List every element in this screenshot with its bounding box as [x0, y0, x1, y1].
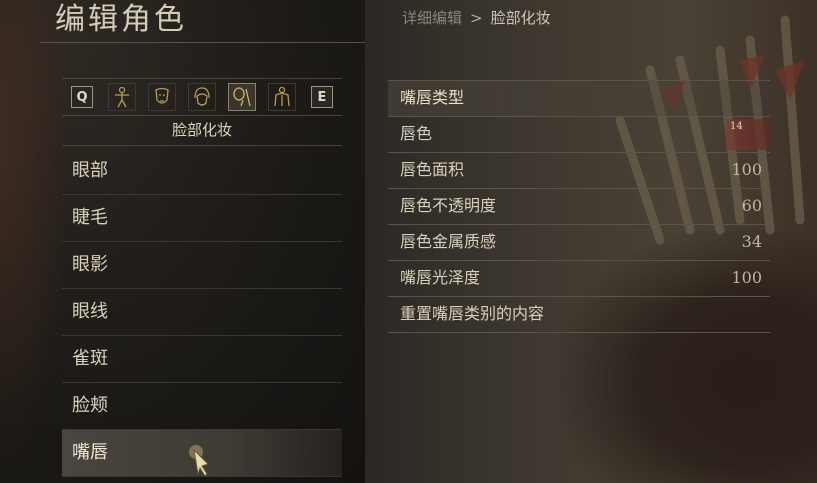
e-key-icon: E — [311, 86, 333, 108]
makeup-category-menu: 眼部 睫毛 眼影 眼线 雀斑 脸颊 嘴唇 — [62, 148, 342, 477]
cursor-icon — [189, 445, 209, 477]
tab-hair[interactable] — [182, 80, 222, 114]
body-icon — [108, 83, 136, 111]
option-label: 唇色金属质感 — [400, 232, 497, 251]
q-key-icon: Q — [71, 86, 93, 108]
lip-options-panel: 嘴唇类型 唇色 14 唇色面积 100 唇色不透明度 60 唇色金属质感 34 … — [388, 80, 770, 333]
tab-body[interactable] — [102, 80, 142, 114]
menu-item-freckles[interactable]: 雀斑 — [62, 336, 342, 383]
menu-item-cheeks[interactable]: 脸颊 — [62, 383, 342, 430]
option-label: 唇色面积 — [400, 160, 465, 179]
option-lip-gloss[interactable]: 嘴唇光泽度 100 — [388, 261, 770, 297]
tab-next-key[interactable]: E — [302, 80, 342, 114]
breadcrumb: 详细编辑 > 脸部化妆 — [402, 8, 551, 28]
tab-face[interactable] — [142, 80, 182, 114]
menu-item-eyeliner[interactable]: 眼线 — [62, 289, 342, 336]
option-header-lip-type: 嘴唇类型 — [388, 80, 770, 117]
option-lip-color[interactable]: 唇色 14 — [388, 117, 770, 153]
breadcrumb-current: 脸部化妆 — [490, 9, 551, 27]
option-reset-lips[interactable]: 重置嘴唇类别的内容 — [388, 297, 770, 333]
torso-icon — [268, 83, 296, 111]
tab-makeup[interactable] — [222, 80, 262, 114]
tab-torso[interactable] — [262, 80, 302, 114]
face-icon — [148, 83, 176, 111]
option-label: 唇色不透明度 — [400, 196, 497, 215]
tab-prev-key[interactable]: Q — [62, 80, 102, 114]
breadcrumb-separator: > — [470, 9, 483, 27]
option-lip-area[interactable]: 唇色面积 100 — [388, 153, 770, 189]
section-divider — [62, 145, 342, 146]
menu-item-eyelashes[interactable]: 睫毛 — [62, 195, 342, 242]
section-label: 脸部化妆 — [171, 121, 232, 139]
category-tabbar: Q E — [62, 78, 342, 116]
option-value: 60 — [741, 196, 762, 215]
header-divider — [40, 42, 365, 43]
option-value: 100 — [731, 268, 762, 287]
breadcrumb-parent[interactable]: 详细编辑 — [402, 9, 462, 27]
option-lip-opacity[interactable]: 唇色不透明度 60 — [388, 189, 770, 225]
ornament-decoration — [0, 0, 70, 483]
menu-item-eyeshadow[interactable]: 眼影 — [62, 242, 342, 289]
lip-color-value: 14 — [730, 121, 743, 132]
option-label: 唇色 — [400, 124, 433, 143]
option-label: 嘴唇光泽度 — [400, 268, 481, 287]
option-header-label: 嘴唇类型 — [400, 88, 465, 107]
makeup-icon — [228, 83, 256, 111]
option-value: 100 — [731, 160, 762, 179]
hair-icon — [188, 83, 216, 111]
menu-item-eyes[interactable]: 眼部 — [62, 148, 342, 195]
option-lip-metallic[interactable]: 唇色金属质感 34 — [388, 225, 770, 261]
option-label: 重置嘴唇类别的内容 — [400, 304, 545, 323]
page-title: 编辑角色 — [55, 2, 187, 37]
option-value: 34 — [741, 232, 762, 251]
